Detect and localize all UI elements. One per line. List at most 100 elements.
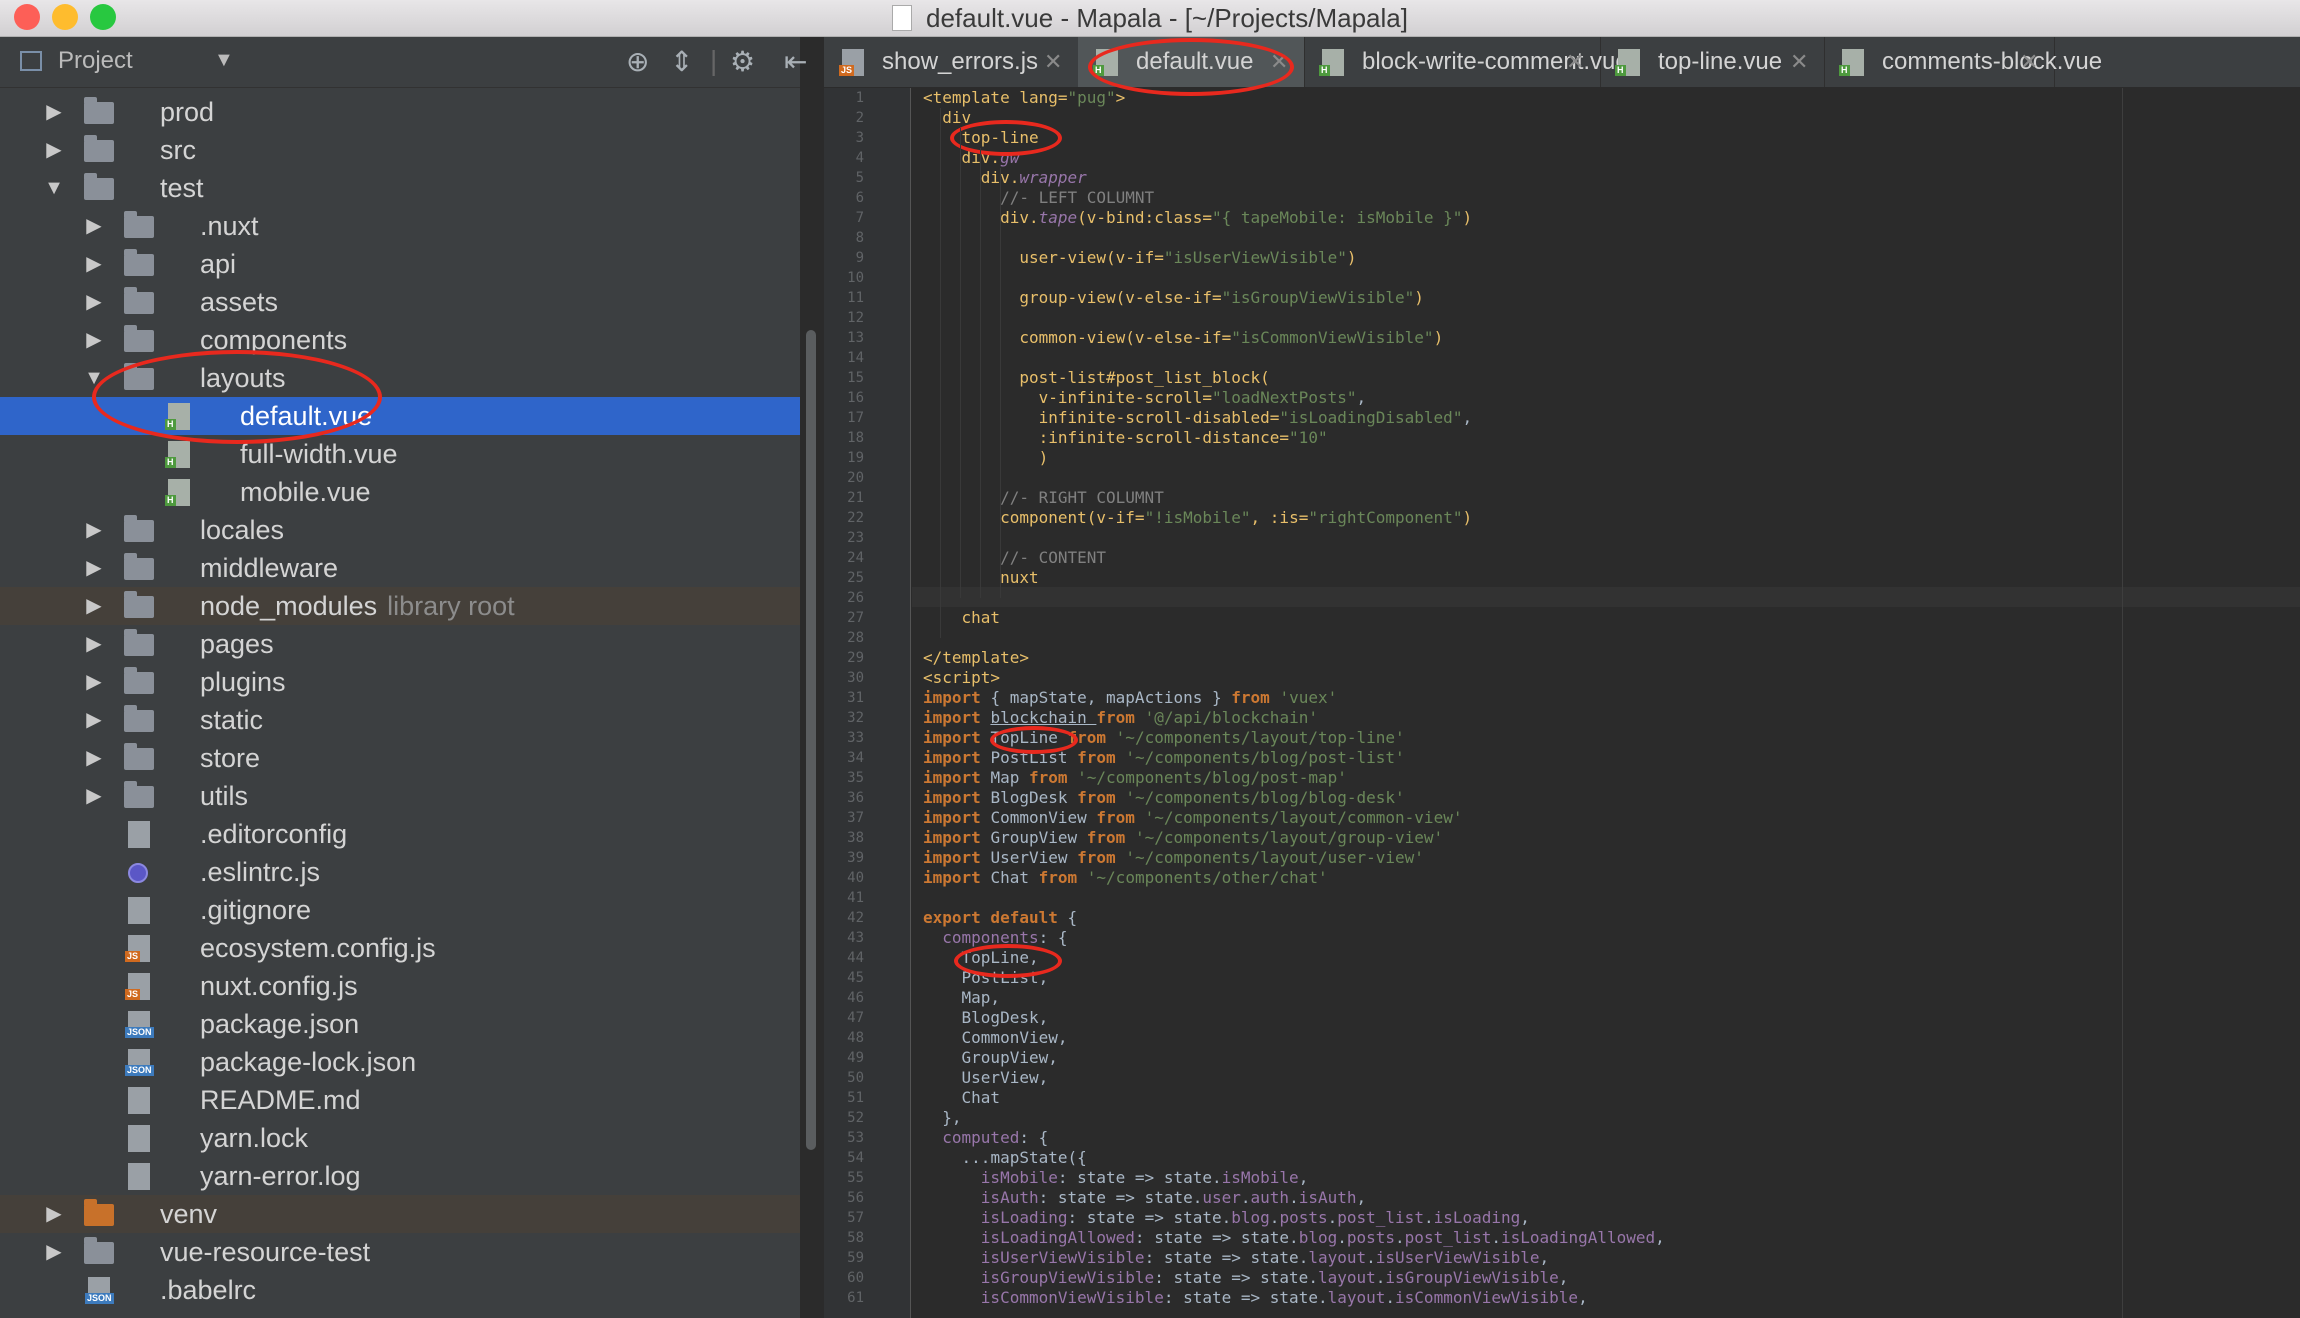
tree-item-babelrc[interactable]: JSON .babelrc xyxy=(0,1271,800,1309)
expanded-arrow-icon[interactable]: ▼ xyxy=(44,169,64,207)
target-icon[interactable]: ⊕ xyxy=(626,45,649,78)
code-line: common-view(v-else-if="isCommonViewVisib… xyxy=(923,328,1443,348)
line-number: 49 xyxy=(847,1050,864,1066)
folder-icon xyxy=(124,515,154,542)
line-number: 44 xyxy=(847,950,864,966)
tree-item-editorconfig[interactable]: .editorconfig xyxy=(0,815,800,853)
line-number: 23 xyxy=(847,530,864,546)
code-line: //- CONTENT xyxy=(923,548,1106,568)
tree-item-full-width-vue[interactable]: Hfull-width.vue xyxy=(0,435,800,473)
collapsed-arrow-icon[interactable]: ▶ xyxy=(44,1233,64,1271)
collapsed-arrow-icon[interactable]: ▶ xyxy=(84,701,104,739)
code-token: //- CONTENT xyxy=(923,548,1107,567)
code-token: isMobile xyxy=(1221,1168,1299,1187)
collapsed-arrow-icon[interactable]: ▶ xyxy=(84,207,104,245)
tree-item-ecosystem-config-js[interactable]: JS ecosystem.config.js xyxy=(0,929,800,967)
chevron-down-icon[interactable]: ▼ xyxy=(214,49,234,72)
code-line: <template lang="pug"> xyxy=(923,88,1125,108)
tree-item-default-vue[interactable]: Hdefault.vue xyxy=(0,397,800,435)
tree-item-vue-resource-test[interactable]: ▶ vue-resource-test xyxy=(0,1233,800,1271)
close-tab-icon[interactable]: ✕ xyxy=(2020,37,2038,87)
tree-item-yarn-lock[interactable]: yarn.lock xyxy=(0,1119,800,1157)
tree-item-static[interactable]: ▶ static xyxy=(0,701,800,739)
tree-item-assets[interactable]: ▶ assets xyxy=(0,283,800,321)
tree-item-test[interactable]: ▼ test xyxy=(0,169,800,207)
tree-item-prod[interactable]: ▶ prod xyxy=(0,93,800,131)
indent-guide xyxy=(960,128,961,598)
sidebar-scrollbar[interactable] xyxy=(806,330,816,1150)
code-token: , :is= xyxy=(1250,508,1309,527)
code-token: <script> xyxy=(923,668,1001,687)
tree-item-components[interactable]: ▶ components xyxy=(0,321,800,359)
tree-item-readme-md[interactable]: README.md xyxy=(0,1081,800,1119)
code-token: : state => state. xyxy=(1144,1248,1309,1267)
collapsed-arrow-icon[interactable]: ▶ xyxy=(84,549,104,587)
collapsed-arrow-icon[interactable]: ▶ xyxy=(84,245,104,283)
expanded-arrow-icon[interactable]: ▼ xyxy=(84,359,104,397)
tab-label: block-write-comment.vue xyxy=(1362,48,1629,75)
tree-item-node-modules[interactable]: ▶ node_modules library root xyxy=(0,587,800,625)
tree-item-nuxt-config-js[interactable]: JS nuxt.config.js xyxy=(0,967,800,1005)
collapsed-arrow-icon[interactable]: ▶ xyxy=(44,93,64,131)
code-token: GroupView xyxy=(990,828,1087,847)
tree-item-utils[interactable]: ▶ utils xyxy=(0,777,800,815)
folder-icon xyxy=(124,705,154,732)
hide-icon[interactable]: ⇤ xyxy=(784,45,807,78)
collapsed-arrow-icon[interactable]: ▶ xyxy=(44,131,64,169)
editor-tab-default-vue[interactable]: Hdefault.vue ✕ xyxy=(1078,37,1305,87)
code-line: div.gw xyxy=(923,148,1020,168)
close-tab-icon[interactable]: ✕ xyxy=(1270,37,1288,87)
line-number: 37 xyxy=(847,810,864,826)
tree-item-gitignore[interactable]: .gitignore xyxy=(0,891,800,929)
collapsed-arrow-icon[interactable]: ▶ xyxy=(84,663,104,701)
collapsed-arrow-icon[interactable]: ▶ xyxy=(84,587,104,625)
editor-tab-comments-block-vue[interactable]: Hcomments-block.vue ✕ xyxy=(1824,37,2102,87)
collapsed-arrow-icon[interactable]: ▶ xyxy=(84,777,104,815)
editor-tab-top-line-vue[interactable]: Htop-line.vue ✕ xyxy=(1600,37,1825,87)
project-view-selector[interactable]: Project xyxy=(58,47,133,75)
tree-item-middleware[interactable]: ▶ middleware xyxy=(0,549,800,587)
collapse-icon[interactable]: ⇕ xyxy=(670,45,693,78)
line-number: 54 xyxy=(847,1150,864,1166)
collapsed-arrow-icon[interactable]: ▶ xyxy=(84,283,104,321)
file-type-badge: JS xyxy=(125,989,141,1000)
close-tab-icon[interactable]: ✕ xyxy=(1790,37,1808,87)
tree-item-store[interactable]: ▶ store xyxy=(0,739,800,777)
tree-item-pages[interactable]: ▶ pages xyxy=(0,625,800,663)
tree-item-yarn-error-log[interactable]: yarn-error.log xyxy=(0,1157,800,1195)
close-tab-icon[interactable]: ✕ xyxy=(1044,37,1062,87)
code-token: post_list xyxy=(1404,1228,1492,1247)
code-token: import xyxy=(923,728,991,747)
collapsed-arrow-icon[interactable]: ▶ xyxy=(84,739,104,777)
editor-tab-block-write-comment-vue[interactable]: Hblock-write-comment.vue ✕ xyxy=(1304,37,1629,87)
close-tab-icon[interactable]: ✕ xyxy=(1566,37,1584,87)
tree-item-locales[interactable]: ▶ locales xyxy=(0,511,800,549)
tree-item-layouts[interactable]: ▼ layouts xyxy=(0,359,800,397)
editor-tab-show-errors-js[interactable]: JS show_errors.js ✕ xyxy=(824,37,1079,87)
code-token: : state => state. xyxy=(1067,1208,1232,1227)
code-token: , xyxy=(1462,408,1473,427)
tree-item-package-lock-json[interactable]: JSON package-lock.json xyxy=(0,1043,800,1081)
code-token: import xyxy=(923,828,991,847)
gear-icon[interactable]: ⚙ xyxy=(730,45,755,78)
tree-item-venv[interactable]: ▶ venv xyxy=(0,1195,800,1233)
code-token: from xyxy=(1028,768,1078,787)
tree-item-plugins[interactable]: ▶ plugins xyxy=(0,663,800,701)
tree-item-src[interactable]: ▶ src xyxy=(0,131,800,169)
code-token: "isGroupViewVisible" xyxy=(1221,288,1415,307)
tree-item-package-json[interactable]: JSON package.json xyxy=(0,1005,800,1043)
code-token: Map, xyxy=(923,988,1001,1007)
collapsed-arrow-icon[interactable]: ▶ xyxy=(84,511,104,549)
code-token: common-view xyxy=(923,328,1126,347)
collapsed-arrow-icon[interactable]: ▶ xyxy=(84,625,104,663)
code-token: tape xyxy=(1038,208,1078,227)
code-line: component(v-if="!isMobile", :is="rightCo… xyxy=(923,508,1472,528)
tree-item-nuxt[interactable]: ▶ .nuxt xyxy=(0,207,800,245)
collapsed-arrow-icon[interactable]: ▶ xyxy=(44,1195,64,1233)
tree-item-api[interactable]: ▶ api xyxy=(0,245,800,283)
collapsed-arrow-icon[interactable]: ▶ xyxy=(84,321,104,359)
folder-icon xyxy=(124,743,154,770)
file-type-badge: JSON xyxy=(125,1065,154,1076)
tree-item-mobile-vue[interactable]: Hmobile.vue xyxy=(0,473,800,511)
tree-item-eslintrc-js[interactable]: .eslintrc.js xyxy=(0,853,800,891)
